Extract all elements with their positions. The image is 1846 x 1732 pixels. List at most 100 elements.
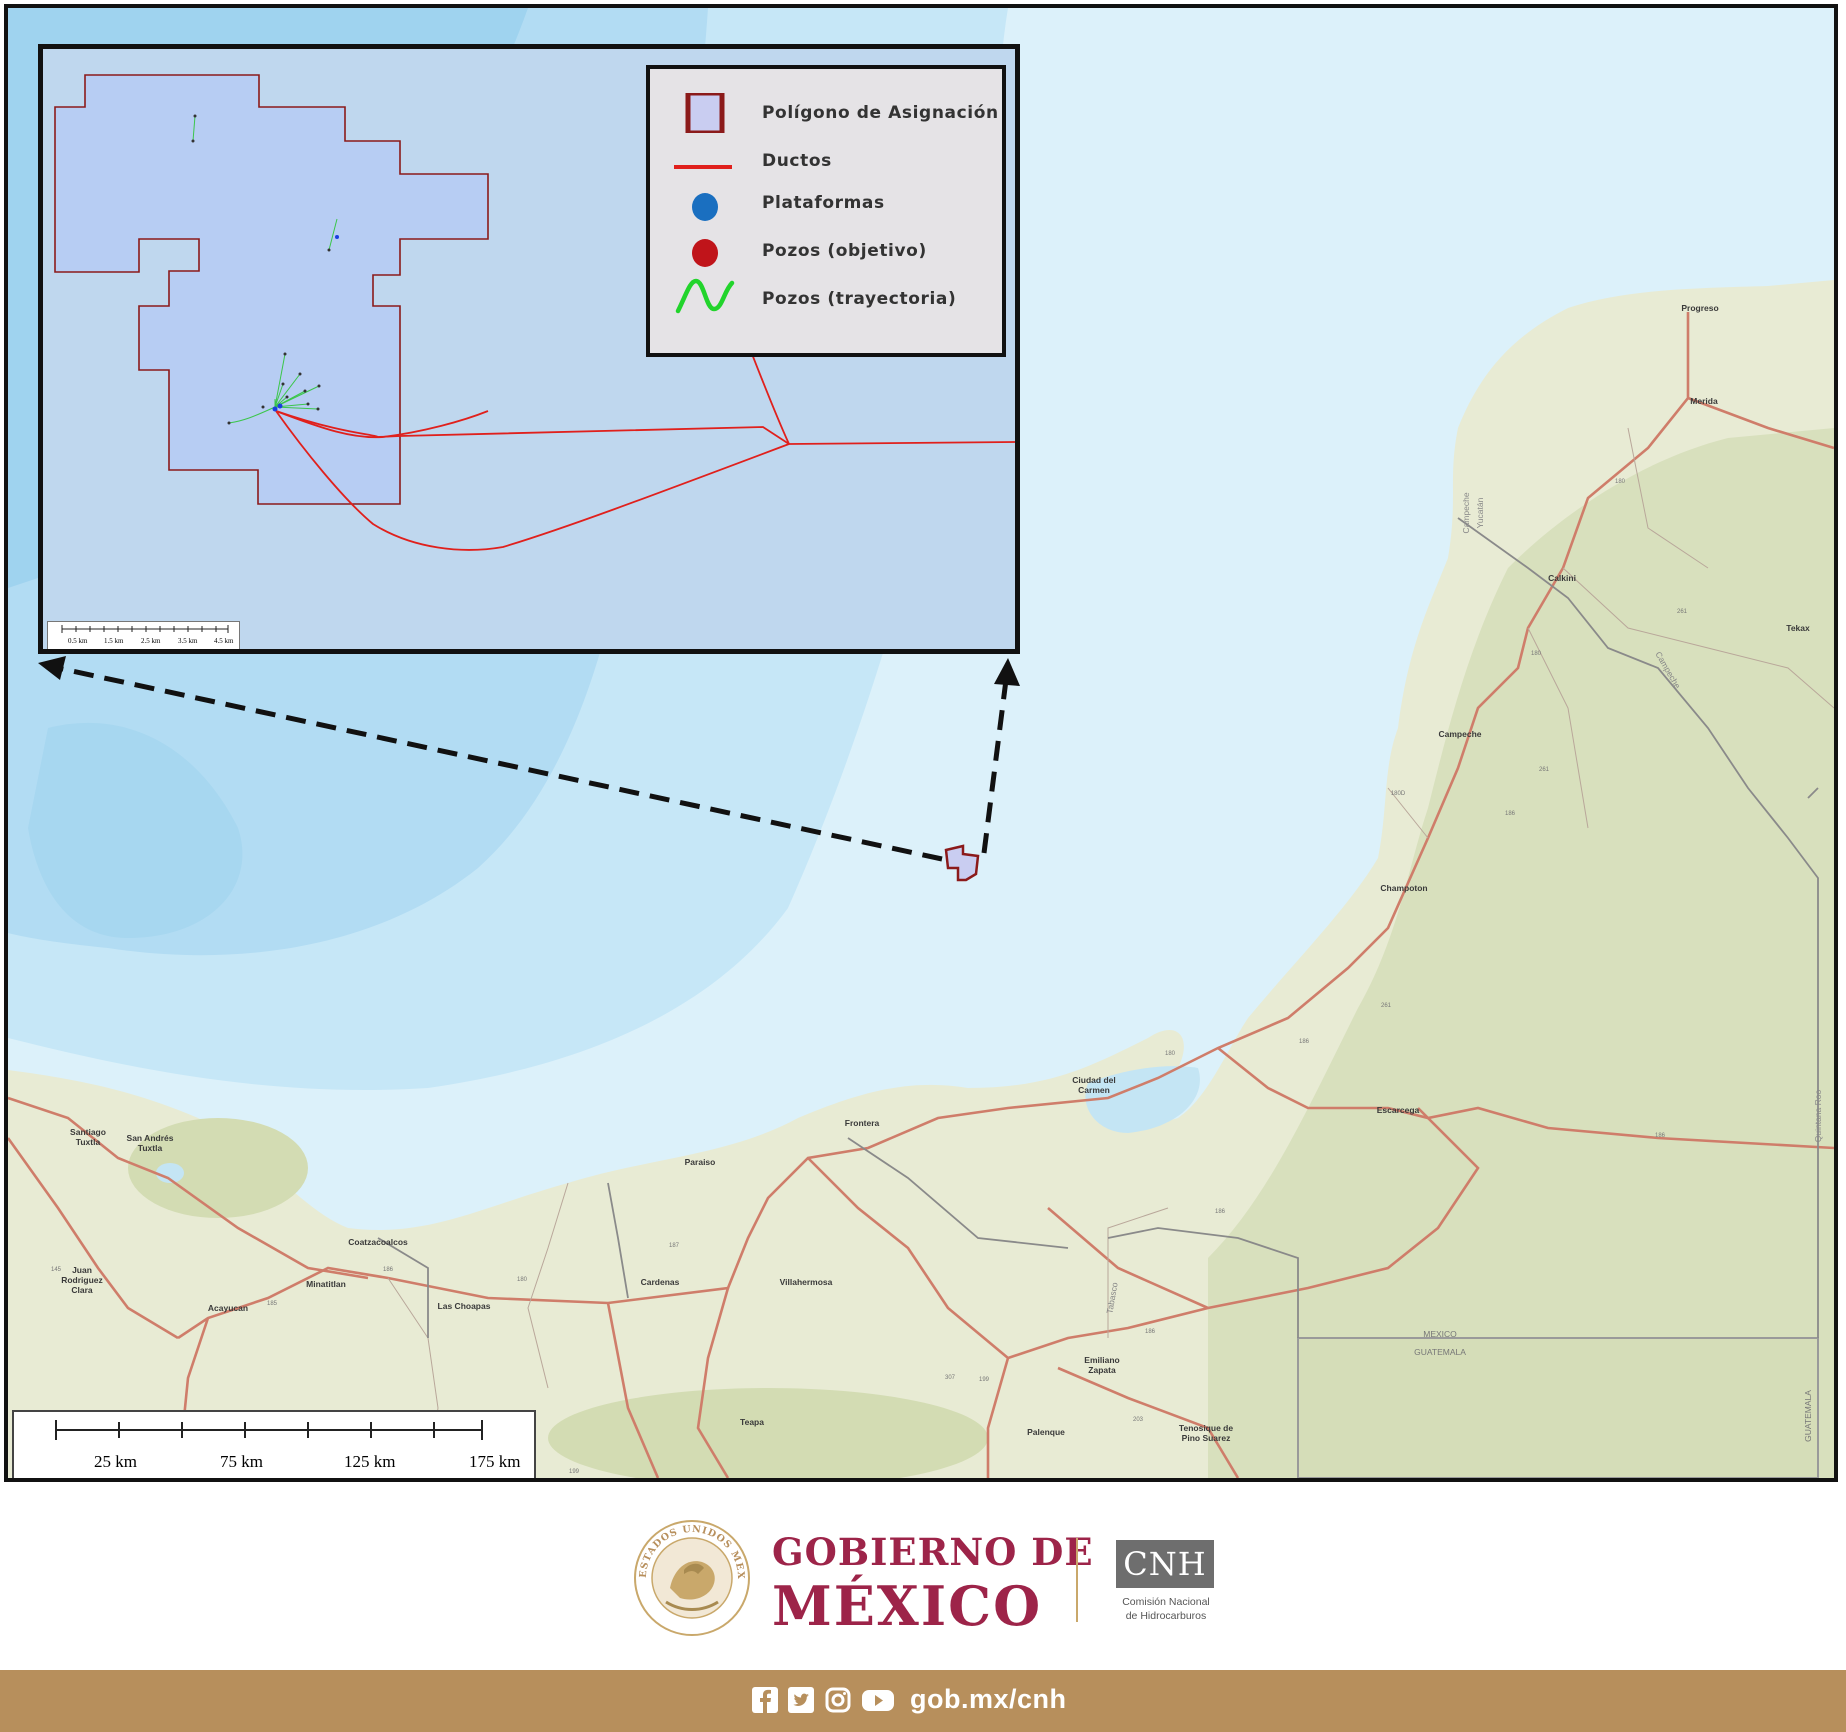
place-tenosique-1: Tenosique de bbox=[1178, 1423, 1234, 1433]
place-san-andres-2: Tuxtla bbox=[137, 1143, 163, 1153]
legend-item-ductos: Ductos bbox=[650, 141, 1002, 181]
well-trajectory-wave-icon bbox=[675, 278, 735, 314]
place-emiliano-2: Zapata bbox=[1088, 1365, 1116, 1375]
place-calkini: Calkini bbox=[1548, 573, 1576, 583]
gob-line-1: GOBIERNO DE bbox=[772, 1530, 1094, 1574]
place-guatemala-vertical: GUATEMALA bbox=[1803, 1390, 1813, 1442]
shield-261: 261 bbox=[1538, 767, 1550, 773]
shield-180: 180 bbox=[1614, 479, 1626, 485]
shield-199: 199 bbox=[568, 1469, 580, 1475]
place-quintana-vertical: Quintana Roo bbox=[1813, 1089, 1823, 1143]
place-paraiso: Paraiso bbox=[684, 1157, 716, 1167]
shield-145: 145 bbox=[50, 1267, 62, 1273]
shield-180: 180 bbox=[1164, 1051, 1176, 1057]
inset-assignment-polygon[interactable] bbox=[54, 74, 489, 505]
main-scale-label-1: 25 km bbox=[94, 1452, 137, 1471]
legend-label-pozos-objetivo: Pozos (objetivo) bbox=[762, 241, 927, 261]
place-campeche: Campeche bbox=[1438, 729, 1482, 739]
twitter-icon[interactable] bbox=[788, 1687, 814, 1713]
place-escarcega: Escarcega bbox=[1376, 1105, 1420, 1115]
shield-199: 199 bbox=[978, 1377, 990, 1383]
guatemala-region bbox=[1297, 1337, 1819, 1478]
place-campeche-vertical: Campeche bbox=[1461, 492, 1471, 534]
shield-261: 261 bbox=[1380, 1003, 1392, 1009]
shield-180: 180 bbox=[1530, 651, 1542, 657]
shield-186: 186 bbox=[1214, 1209, 1226, 1215]
footer-url-link[interactable]: gob.mx/cnh bbox=[910, 1684, 1067, 1715]
legend-label-ductos: Ductos bbox=[762, 151, 832, 171]
inset-scale-label-2: 1.5 km bbox=[104, 637, 124, 645]
footer-logos: ESTADOS UNIDOS MEXICANOS GOBIERNO DE MÉX… bbox=[0, 1482, 1846, 1670]
shield-307: 307 bbox=[944, 1375, 956, 1381]
place-juan-3: Clara bbox=[71, 1285, 93, 1295]
polygon-swatch-icon bbox=[685, 93, 725, 133]
place-frontera: Frontera bbox=[844, 1118, 880, 1128]
place-coatzacoalcos: Coatzacoalcos bbox=[348, 1237, 408, 1247]
shield-180d: 180D bbox=[1390, 791, 1406, 797]
gob-line-2: MÉXICO bbox=[772, 1574, 1043, 1638]
place-emiliano-1: Emiliano bbox=[1084, 1355, 1120, 1365]
legend-label-plataformas: Plataformas bbox=[762, 193, 885, 213]
national-seal-icon: ESTADOS UNIDOS MEXICANOS bbox=[632, 1518, 750, 1636]
place-minatitlan: Minatitlan bbox=[306, 1279, 346, 1289]
youtube-icon[interactable] bbox=[862, 1687, 894, 1713]
main-scale-label-2: 75 km bbox=[220, 1452, 263, 1471]
shield-203: 203 bbox=[1132, 1417, 1144, 1423]
legend: Polígono de Asignación Ductos Plataforma… bbox=[646, 65, 1006, 357]
inset-scale-label-4: 3.5 km bbox=[178, 637, 198, 645]
legend-item-polygon: Polígono de Asignación bbox=[650, 93, 1002, 133]
inset-map[interactable]: Polígono de Asignación Ductos Plataforma… bbox=[38, 44, 1020, 654]
place-guatemala: GUATEMALA bbox=[1414, 1347, 1466, 1357]
shield-187: 187 bbox=[668, 1243, 680, 1249]
place-juan-2: Rodriguez bbox=[61, 1275, 103, 1285]
inset-scale-label-3: 2.5 km bbox=[141, 637, 161, 645]
place-san-andres-1: San Andrés bbox=[126, 1133, 174, 1143]
place-juan-1: Juan bbox=[72, 1265, 92, 1275]
main-scale-label-4: 175 km bbox=[469, 1452, 521, 1471]
place-cardenas: Cardenas bbox=[640, 1277, 680, 1287]
main-scale-label-3: 125 km bbox=[344, 1452, 396, 1471]
shield-180: 186 bbox=[382, 1267, 394, 1273]
place-acayucan: Acayucan bbox=[207, 1303, 249, 1313]
place-mexico: MEXICO bbox=[1423, 1329, 1457, 1339]
legend-item-pozos-trayectoria: Pozos (trayectoria) bbox=[650, 275, 1002, 315]
place-progreso: Progreso bbox=[1681, 303, 1719, 313]
inset-scale-bar: 0.5 km 1.5 km 2.5 km 3.5 km 4.5 km bbox=[47, 621, 240, 649]
place-ciudad-carmen-1: Ciudad del bbox=[1072, 1075, 1116, 1085]
place-teapa: Teapa bbox=[740, 1417, 764, 1427]
place-merida: Merida bbox=[1690, 396, 1718, 406]
inset-scale-label-5: 4.5 km bbox=[214, 637, 234, 645]
main-scale-ticks bbox=[55, 1420, 483, 1440]
well-target-dot-icon bbox=[692, 239, 718, 267]
inset-scale-label-1: 0.5 km bbox=[68, 637, 88, 645]
legend-label-pozos-trayectoria: Pozos (trayectoria) bbox=[762, 289, 957, 309]
place-yucatan-vertical: Yucatán bbox=[1475, 497, 1485, 529]
place-tenosique-2: Pino Suarez bbox=[1181, 1433, 1231, 1443]
shield-185: 185 bbox=[266, 1301, 278, 1307]
map-frame[interactable]: Progreso Merida Calkini Tekax Campeche C… bbox=[4, 4, 1838, 1482]
shield-186: 186 bbox=[1144, 1329, 1156, 1335]
facebook-icon[interactable] bbox=[752, 1687, 778, 1713]
platform-dot-icon bbox=[692, 193, 718, 221]
legend-item-pozos-objetivo: Pozos (objetivo) bbox=[650, 231, 1002, 271]
logo-divider bbox=[1076, 1538, 1078, 1622]
place-santiago-1: Santiago bbox=[70, 1127, 106, 1137]
shield-186: 186 bbox=[1504, 811, 1516, 817]
place-las-choapas: Las Choapas bbox=[437, 1301, 491, 1311]
bottom-bar: gob.mx/cnh bbox=[0, 1670, 1846, 1732]
shield-180: 180 bbox=[516, 1277, 528, 1283]
main-scale-bar: 25 km 75 km 125 km 175 km bbox=[12, 1410, 536, 1478]
legend-item-plataformas: Plataformas bbox=[650, 183, 1002, 223]
cnh-sub-line-1: Comisión Nacional bbox=[1122, 1596, 1210, 1608]
cnh-sub-line-2: de Hidrocarburos bbox=[1125, 1610, 1207, 1622]
legend-label-polygon: Polígono de Asignación bbox=[762, 103, 999, 123]
shield-186: 186 bbox=[1654, 1133, 1666, 1139]
place-champoton: Champoton bbox=[1380, 883, 1428, 893]
place-santiago-2: Tuxtla bbox=[75, 1137, 101, 1147]
place-villahermosa: Villahermosa bbox=[779, 1277, 833, 1287]
shield-186: 186 bbox=[1298, 1039, 1310, 1045]
place-ciudad-carmen-2: Carmen bbox=[1078, 1085, 1110, 1095]
cnh-logo: CNH bbox=[1116, 1540, 1214, 1588]
place-palenque: Palenque bbox=[1027, 1427, 1065, 1437]
instagram-icon[interactable] bbox=[825, 1687, 851, 1713]
